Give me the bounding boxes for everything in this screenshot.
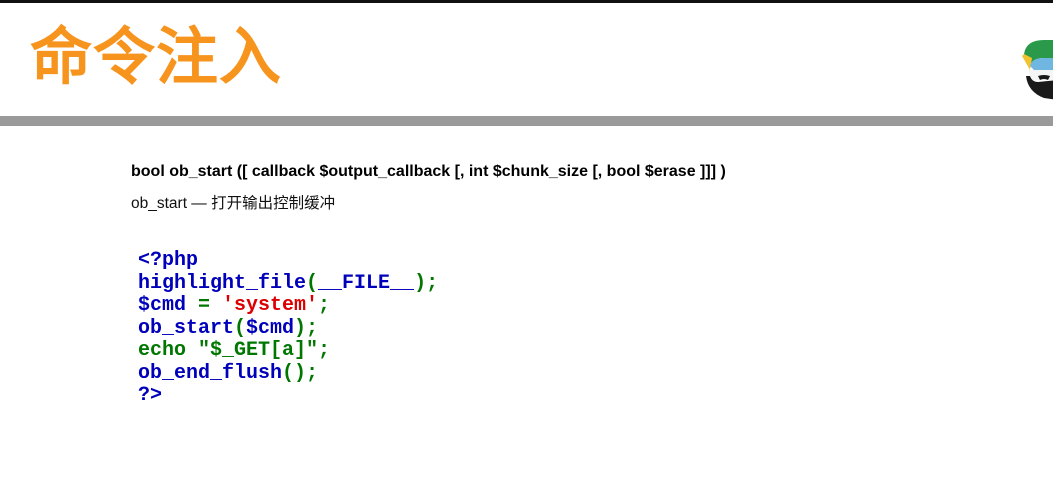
- function-signature: bool ob_start ([ callback $output_callba…: [131, 163, 726, 180]
- code-line: highlight_file(__FILE__);: [138, 271, 439, 296]
- code-line: ob_start($cmd);: [138, 316, 438, 341]
- top-border: [0, 0, 1053, 3]
- header-bar: [0, 116, 1053, 126]
- code-line: $cmd = 'system';: [138, 294, 438, 318]
- code-token: );: [414, 271, 439, 295]
- code-token: ();: [282, 361, 319, 385]
- code-token: ?>: [138, 384, 163, 407]
- code-token: __FILE__: [318, 271, 415, 295]
- code-token: 'system': [222, 294, 319, 317]
- code-token: "$_GET[a]": [198, 339, 319, 362]
- code-line: echo "$_GET[a]";: [138, 339, 438, 363]
- code-token: ob_end_flush: [138, 361, 283, 385]
- code-token: $cmd: [138, 294, 199, 317]
- code-token: );: [294, 316, 319, 340]
- code-line: <?php: [138, 249, 438, 273]
- code-token: (: [234, 316, 247, 340]
- code-block: <?php highlight_file(__FILE__); $cmd = 'sy…: [138, 249, 439, 408]
- code-line: ?>: [138, 384, 438, 408]
- code-token: ;: [318, 294, 331, 317]
- code-line: ob_end_flush();: [138, 361, 438, 386]
- code-token: ob_start: [138, 316, 235, 340]
- slide-title: 命令注入: [30, 20, 283, 93]
- code-token: (: [306, 271, 319, 295]
- code-token: ;: [318, 339, 331, 362]
- code-token: $cmd: [246, 316, 295, 340]
- code-token: =: [198, 294, 223, 317]
- code-token: <?php: [138, 249, 199, 272]
- code-token: highlight_file: [138, 271, 307, 295]
- code-token: echo: [138, 339, 199, 362]
- helmet-logo-icon: [1022, 40, 1053, 100]
- function-description: ob_start — 打开输出控制缓冲: [131, 195, 336, 212]
